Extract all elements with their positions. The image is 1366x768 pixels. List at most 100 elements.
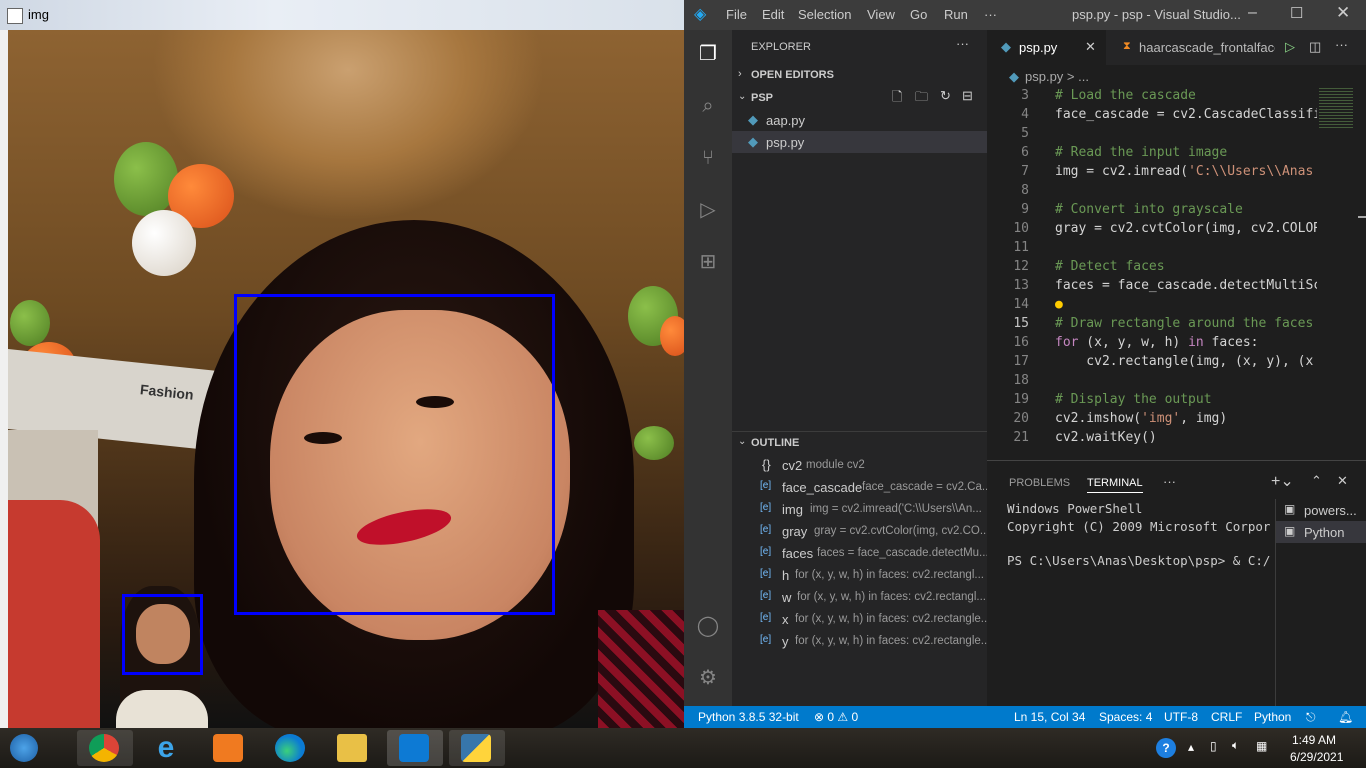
code-line[interactable]: face_cascade = cv2.CascadeClassifi	[1055, 107, 1317, 122]
refresh-icon[interactable]: ↻	[940, 88, 951, 104]
menu-view[interactable]: View	[867, 7, 895, 22]
menu-selection[interactable]: Selection	[798, 7, 851, 22]
status-language[interactable]: Python	[1254, 710, 1291, 724]
folder-icon	[337, 734, 367, 762]
maximize-icon[interactable]: ☐	[1290, 4, 1303, 22]
split-editor-icon[interactable]: ◫	[1309, 39, 1321, 55]
explorer-more-icon[interactable]: ···	[956, 36, 969, 51]
volume-icon[interactable]: 🔈︎	[1232, 738, 1239, 753]
status-interpreter[interactable]: Python 3.8.5 32-bit	[698, 710, 799, 724]
code-line[interactable]: # Draw rectangle around the faces	[1055, 316, 1313, 331]
extensions-icon[interactable]: ⊞	[696, 250, 720, 274]
terminal-item-python[interactable]: ▣ Python	[1276, 521, 1366, 543]
outline-item[interactable]: [e] face_cascade face_cascade = cv2.Ca..…	[732, 476, 987, 498]
notifications-bell-icon[interactable]: 🔔︎	[1338, 710, 1353, 724]
clock-date[interactable]: 6/29/2021	[1290, 750, 1343, 764]
status-position[interactable]: Ln 15, Col 34	[1014, 710, 1085, 724]
tab-label: haarcascade_frontalface	[1139, 40, 1275, 55]
tab-problems[interactable]: PROBLEMS	[1009, 477, 1070, 489]
lightbulb-icon[interactable]: ●	[1055, 297, 1063, 312]
close-icon[interactable]: ✕	[1336, 3, 1350, 23]
terminal-item-powershell[interactable]: ▣ powers...	[1276, 499, 1366, 521]
battery-icon[interactable]: ▯	[1210, 739, 1217, 753]
outline-header[interactable]: OUTLINE	[751, 437, 799, 449]
file-item-aap[interactable]: ◆ aap.py	[732, 109, 987, 131]
breadcrumb[interactable]: psp.py > ...	[1025, 69, 1089, 84]
scrollbar-thumb[interactable]	[1358, 216, 1366, 218]
source-control-icon[interactable]: ⑂	[696, 146, 720, 170]
code-line[interactable]: gray = cv2.cvtColor(img, cv2.COLOR	[1055, 221, 1317, 236]
status-eol[interactable]: CRLF	[1211, 710, 1242, 724]
outline-item[interactable]: [e] y for (x, y, w, h) in faces: cv2.rec…	[732, 630, 987, 652]
menu-file[interactable]: File	[726, 7, 747, 22]
panel-more-icon[interactable]: ···	[1163, 474, 1176, 489]
taskbar-edge[interactable]	[263, 730, 319, 766]
outline-item[interactable]: [e] img img = cv2.imread('C:\\Users\\An.…	[732, 498, 987, 520]
help-icon[interactable]: ?	[1156, 738, 1176, 758]
tab-haarcascade[interactable]: ⧗ haarcascade_frontalface	[1107, 30, 1275, 65]
new-terminal-icon[interactable]: +⌄	[1271, 471, 1294, 491]
chevron-right-icon[interactable]: ›	[738, 68, 742, 80]
status-encoding[interactable]: UTF-8	[1164, 710, 1198, 724]
new-file-icon[interactable]: 🗋	[892, 88, 902, 110]
collapse-all-icon[interactable]: ⊟	[962, 88, 973, 104]
menu-go[interactable]: Go	[910, 7, 927, 22]
tab-terminal[interactable]: TERMINAL	[1087, 477, 1143, 493]
network-icon[interactable]: ▦	[1256, 739, 1267, 753]
outline-item[interactable]: [e] faces faces = face_cascade.detectMu.…	[732, 542, 987, 564]
taskbar-python[interactable]	[449, 730, 505, 766]
taskbar-media-player[interactable]	[201, 730, 257, 766]
code-line[interactable]: # Load the cascade	[1055, 88, 1196, 103]
explorer-icon[interactable]: ❐	[696, 42, 720, 66]
menu-more[interactable]: ···	[984, 7, 997, 22]
code-line[interactable]: cv2.imshow('img', img)	[1055, 411, 1227, 426]
tab-psp[interactable]: ◆ psp.py ✕	[987, 30, 1106, 65]
outline-item[interactable]: [e] x for (x, y, w, h) in faces: cv2.rec…	[732, 608, 987, 630]
outline-item[interactable]: [e] h for (x, y, w, h) in faces: cv2.rec…	[732, 564, 987, 586]
maximize-panel-icon[interactable]: ⌃	[1311, 473, 1322, 489]
search-icon[interactable]: ⌕	[696, 94, 720, 118]
taskbar-chrome[interactable]	[77, 730, 133, 766]
menu-run[interactable]: Run	[944, 7, 968, 22]
tray-overflow-icon[interactable]: ▴	[1188, 740, 1194, 754]
code-line[interactable]: faces = face_cascade.detectMultiSc	[1055, 278, 1317, 293]
start-button[interactable]	[0, 730, 48, 766]
clock-time[interactable]: 1:49 AM	[1292, 733, 1336, 747]
new-folder-icon[interactable]: 🗀	[915, 88, 928, 110]
minimap[interactable]	[1317, 86, 1366, 460]
taskbar-file-explorer[interactable]	[325, 730, 381, 766]
minimize-icon[interactable]: –	[1248, 4, 1257, 22]
code-line[interactable]: img = cv2.imread('C:\\Users\\Anas	[1055, 164, 1313, 179]
outline-item[interactable]: [e] gray gray = cv2.cvtColor(img, cv2.CO…	[732, 520, 987, 542]
run-file-icon[interactable]: ▷	[1285, 39, 1295, 55]
file-item-psp[interactable]: ◆ psp.py	[732, 131, 987, 153]
chevron-down-icon[interactable]: ⌄	[738, 436, 746, 447]
taskbar-vscode[interactable]	[387, 730, 443, 766]
outline-item[interactable]: [e] w for (x, y, w, h) in faces: cv2.rec…	[732, 586, 987, 608]
status-spaces[interactable]: Spaces: 4	[1099, 710, 1152, 724]
account-icon[interactable]: ◯	[696, 614, 720, 638]
open-editors-header[interactable]: OPEN EDITORS	[751, 69, 834, 81]
vscode-titlebar[interactable]: ◈ File Edit Selection View Go Run ··· ps…	[684, 0, 1366, 30]
code-line[interactable]: # Detect faces	[1055, 259, 1165, 274]
chevron-down-icon[interactable]: ⌄	[738, 91, 746, 102]
code-line[interactable]: for (x, y, w, h) in faces:	[1055, 335, 1259, 350]
folder-header[interactable]: PSP	[751, 92, 773, 104]
code-line[interactable]: cv2.waitKey()	[1055, 430, 1157, 445]
status-problems[interactable]: ⊗ 0 ⚠ 0	[814, 710, 858, 724]
code-lines[interactable]: 3 # Load the cascade 4 face_cascade = cv2.C…	[987, 86, 1317, 460]
tab-close-icon[interactable]: ✕	[1085, 39, 1096, 55]
close-panel-icon[interactable]: ✕	[1337, 473, 1348, 489]
run-debug-icon[interactable]: ▷	[696, 198, 720, 222]
menu-edit[interactable]: Edit	[762, 7, 784, 22]
code-line[interactable]: # Display the output	[1055, 392, 1212, 407]
image-window-titlebar[interactable]: img	[0, 0, 684, 30]
taskbar-internet-explorer[interactable]: e	[139, 730, 195, 766]
code-line[interactable]: cv2.rectangle(img, (x, y), (x	[1055, 354, 1313, 369]
code-line[interactable]: # Convert into grayscale	[1055, 202, 1243, 217]
outline-item[interactable]: {} cv2 module cv2	[732, 454, 987, 476]
live-share-icon[interactable]: ⎋	[1306, 710, 1316, 725]
editor-more-icon[interactable]: ···	[1335, 37, 1348, 52]
code-line[interactable]: # Read the input image	[1055, 145, 1227, 160]
settings-gear-icon[interactable]: ⚙	[696, 666, 720, 690]
